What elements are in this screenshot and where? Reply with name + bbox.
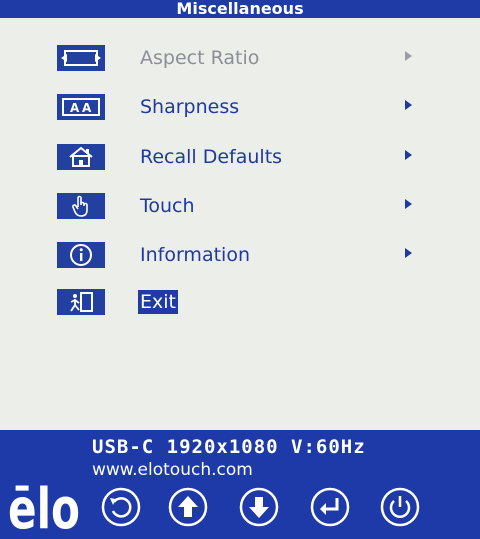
menu-item-label: Exit (138, 290, 178, 314)
exit-door-icon (57, 289, 105, 315)
menu-item-aspect-ratio[interactable]: Aspect Ratio (0, 40, 480, 76)
brand-url: www.elotouch.com (92, 460, 253, 480)
menu-item-label: Touch (140, 195, 195, 217)
submenu-arrow-icon (405, 100, 412, 110)
enter-icon (310, 487, 350, 527)
back-icon (101, 487, 141, 527)
aspect-ratio-icon (57, 45, 105, 71)
menu-item-touch[interactable]: Touch (0, 188, 480, 224)
elo-logo: ēlo (8, 477, 80, 534)
brand-text: ēlo (8, 477, 80, 534)
touch-hand-icon (57, 193, 105, 219)
up-button[interactable] (167, 486, 209, 528)
svg-text:A: A (70, 101, 80, 115)
enter-button[interactable] (309, 486, 351, 528)
menu-item-information[interactable]: Information (0, 237, 480, 273)
power-button[interactable] (379, 486, 421, 528)
down-button[interactable] (238, 486, 280, 528)
svg-text:A: A (82, 101, 92, 115)
menu-item-exit[interactable]: Exit (0, 284, 480, 320)
back-button[interactable] (100, 486, 142, 528)
menu-item-label: Information (140, 244, 250, 266)
menu-title: Miscellaneous (0, 0, 480, 18)
menu-item-label: Sharpness (140, 96, 240, 118)
up-arrow-icon (168, 487, 208, 527)
submenu-arrow-icon (405, 199, 412, 209)
power-icon (380, 487, 420, 527)
submenu-arrow-icon (405, 51, 412, 61)
down-arrow-icon (239, 487, 279, 527)
sharpness-icon: A A (57, 94, 105, 120)
info-icon (57, 242, 105, 268)
menu-item-label: Recall Defaults (140, 146, 283, 168)
menu-item-sharpness[interactable]: A A Sharpness (0, 89, 480, 125)
menu-panel: Aspect Ratio A A Sharpness Recall Defaul… (0, 18, 480, 430)
home-icon (57, 144, 105, 170)
submenu-arrow-icon (405, 150, 412, 160)
footer-bar: ēlo USB-C 1920x1080 V:60Hz www.elotouch.… (0, 430, 480, 539)
menu-item-recall-defaults[interactable]: Recall Defaults (0, 139, 480, 175)
submenu-arrow-icon (405, 248, 412, 258)
display-mode-readout: USB-C 1920x1080 V:60Hz (92, 436, 366, 458)
menu-item-label: Aspect Ratio (140, 47, 260, 69)
